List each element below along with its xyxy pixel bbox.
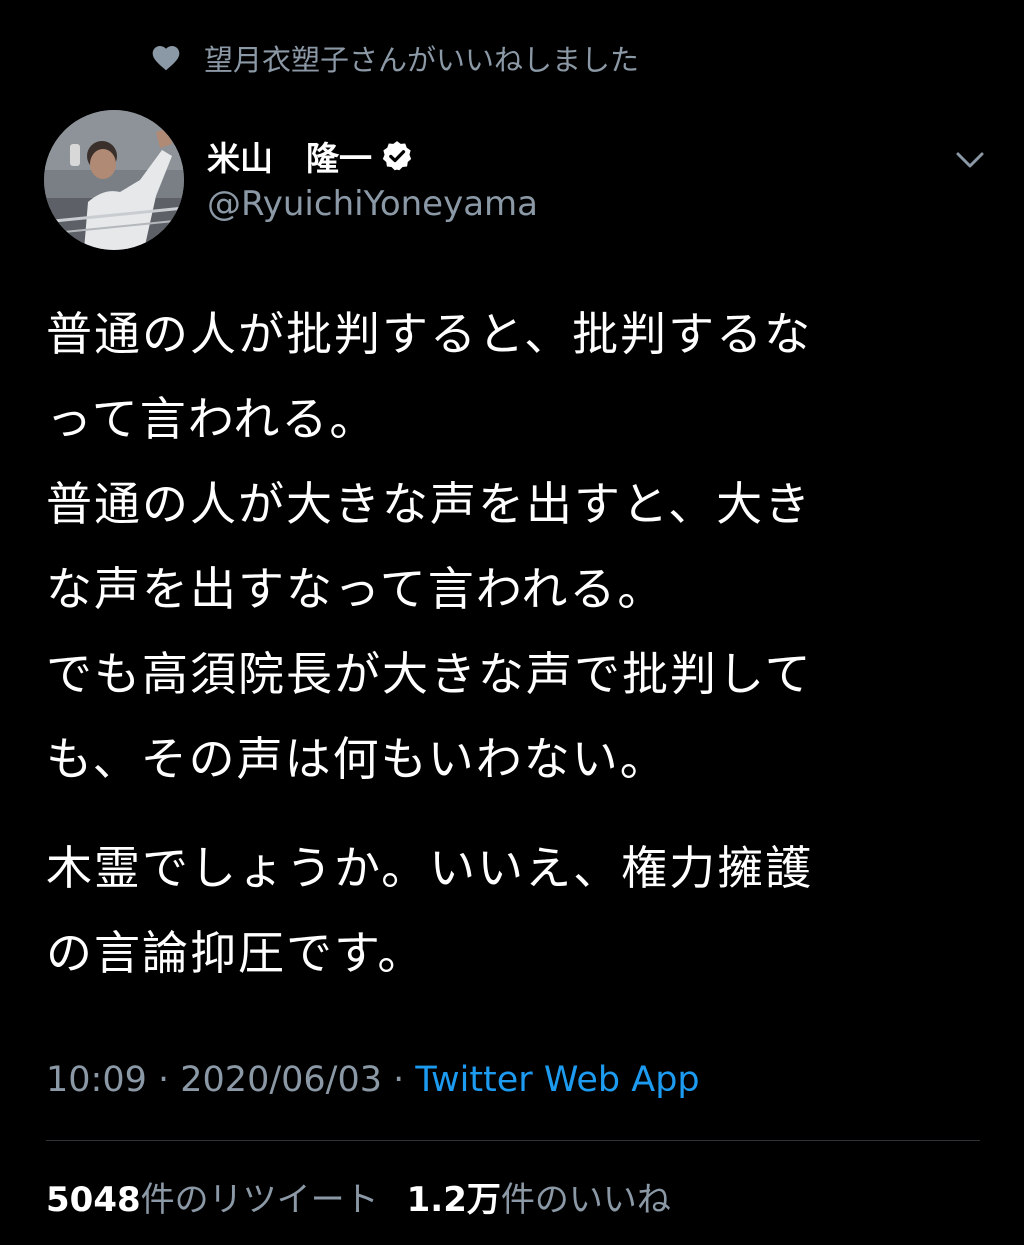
verified-badge-icon bbox=[380, 139, 414, 173]
heart-icon bbox=[150, 42, 182, 74]
user-handle[interactable]: @RyuichiYoneyama bbox=[207, 184, 538, 224]
tweet-line: な声を出すなって言われる。 bbox=[46, 562, 666, 616]
tweet-line: 普通の人が大きな声を出すと、大き bbox=[46, 477, 813, 531]
retweets-count: 5048 bbox=[46, 1180, 141, 1220]
retweets-label: 件のリツイート bbox=[140, 1180, 379, 1220]
tweet-line: の言論抑圧です。 bbox=[46, 926, 426, 980]
meta-separator: · bbox=[146, 1060, 181, 1100]
display-name[interactable]: 米山 隆一 bbox=[207, 132, 372, 180]
liked-by-text: 望月衣塑子さんがいいねしました bbox=[204, 43, 640, 77]
avatar[interactable] bbox=[44, 110, 184, 250]
likes-label: 件のいいね bbox=[500, 1180, 671, 1220]
meta-separator: · bbox=[382, 1060, 416, 1100]
divider bbox=[46, 1140, 980, 1141]
likes-stat[interactable]: 1.2万件のいいね bbox=[407, 1180, 671, 1220]
tweet-date[interactable]: 2020/06/03 bbox=[180, 1060, 382, 1100]
chevron-down-icon[interactable] bbox=[950, 140, 990, 180]
tweet-meta: 10:09 · 2020/06/03 · Twitter Web App bbox=[46, 1060, 700, 1100]
tweet-time[interactable]: 10:09 bbox=[46, 1060, 147, 1100]
tweet-text: 普通の人が批判すると、批判するな って言われる。 普通の人が大きな声を出すと、大… bbox=[46, 292, 986, 996]
tweet-stats: 5048件のリツイート 1.2万件のいいね bbox=[46, 1172, 671, 1221]
tweet-source-link[interactable]: Twitter Web App bbox=[415, 1060, 699, 1100]
retweets-stat[interactable]: 5048件のリツイート bbox=[46, 1180, 379, 1220]
likes-count: 1.2万 bbox=[406, 1180, 501, 1220]
tweet-line: でも高須院長が大きな声で批判して bbox=[46, 647, 813, 701]
tweet-line: 普通の人が批判すると、批判するな bbox=[46, 307, 813, 361]
tweet-line: 木霊でしょうか。いいえ、権力擁護 bbox=[46, 841, 814, 895]
tweet-line: って言われる。 bbox=[46, 392, 378, 446]
author-block[interactable]: 米山 隆一 @RyuichiYoneyama bbox=[207, 132, 538, 224]
social-context[interactable]: 望月衣塑子さんがいいねしました bbox=[150, 36, 639, 80]
tweet-line: も、その声は何もいわない。 bbox=[46, 732, 668, 786]
